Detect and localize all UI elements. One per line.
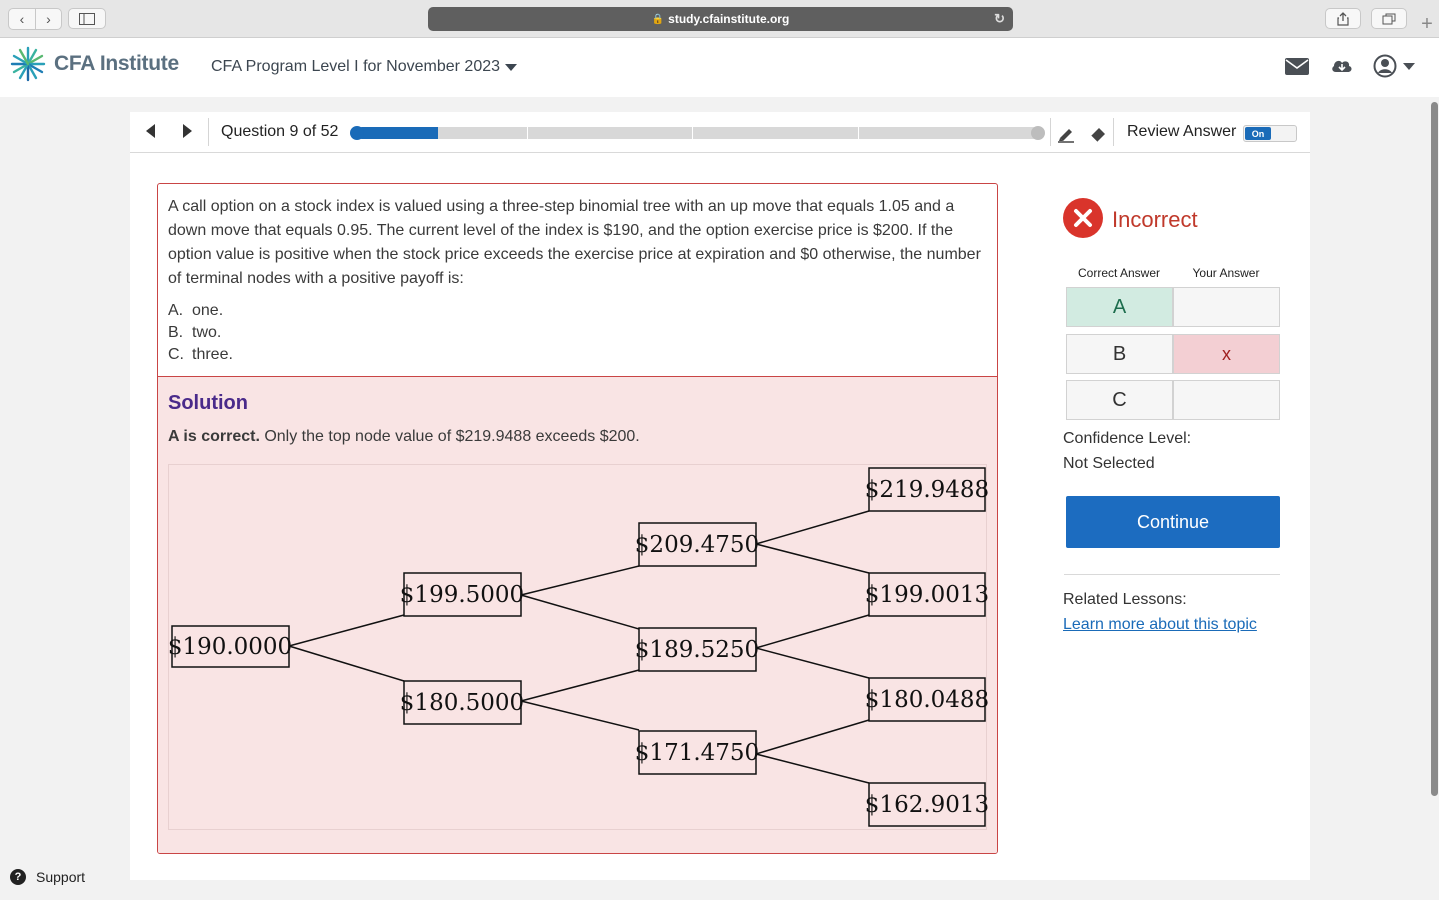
cloud-download-icon[interactable]: [1331, 57, 1353, 80]
reload-icon[interactable]: ↻: [994, 11, 1005, 27]
toggle-on-label: On: [1245, 127, 1271, 140]
app-header: CFA Institute CFA Program Level I for No…: [0, 38, 1439, 97]
program-dropdown[interactable]: CFA Program Level I for November 2023: [211, 58, 518, 76]
tabs-overview-icon[interactable]: [1371, 8, 1407, 29]
tree-edges: [288, 510, 870, 784]
tree-node-root: $190.0000: [169, 634, 292, 660]
tree-node-dd: $171.4750: [635, 740, 759, 766]
tree-node-d: $180.5000: [400, 690, 524, 716]
choice-b[interactable]: B. two.: [168, 322, 233, 344]
back-icon[interactable]: ‹: [9, 9, 35, 29]
mail-icon[interactable]: [1285, 56, 1309, 81]
question-counter: Question 9 of 52: [221, 123, 339, 140]
your-answer-header: Your Answer: [1192, 266, 1260, 280]
binomial-tree-figure: $190.0000 $199.5000 $180.5000 $209.4750 …: [168, 464, 988, 830]
answer-b-your-cell: x: [1173, 334, 1280, 374]
choice-a[interactable]: A. one.: [168, 300, 233, 322]
highlighter-icon[interactable]: [1056, 124, 1076, 149]
chevron-down-icon: [1403, 62, 1415, 70]
help-icon: ?: [10, 869, 26, 885]
toolbar-divider: [1050, 118, 1051, 146]
cfa-logo-icon: [10, 46, 46, 82]
solution-text: A is correct. Only the top node value of…: [168, 428, 640, 446]
choice-letter: A.: [168, 302, 184, 319]
progress-tick: [692, 127, 693, 139]
question-box: A call option on a stock index is valued…: [157, 183, 998, 854]
support-label: Support: [36, 869, 86, 885]
tree-node-u: $199.5000: [400, 582, 524, 608]
review-answer-toggle[interactable]: On: [1243, 125, 1297, 142]
chevron-down-icon: [505, 63, 518, 71]
tree-node-udd: $180.0488: [865, 687, 988, 713]
related-lessons-label: Related Lessons:: [1063, 591, 1187, 608]
lock-icon: 🔒: [651, 13, 665, 25]
progress-fill: [356, 127, 438, 139]
question-toolbar: Question 9 of 52 Review Answer On: [130, 112, 1310, 153]
correct-answer-header: Correct Answer: [1077, 266, 1161, 280]
solution-section: Solution A is correct. Only the top node…: [158, 376, 997, 853]
page-scrollbar[interactable]: [1431, 102, 1438, 796]
confidence-label: Confidence Level:: [1063, 430, 1192, 447]
choice-text: three.: [192, 346, 233, 363]
answer-a-your-cell: [1173, 287, 1280, 327]
related-lesson-link[interactable]: Learn more about this topic: [1063, 616, 1257, 634]
cfa-logo[interactable]: CFA Institute: [10, 46, 179, 82]
answer-a-correct-cell: A: [1066, 287, 1173, 327]
result-label: Incorrect: [1112, 207, 1198, 232]
progress-start-knob: [350, 126, 364, 140]
choice-c[interactable]: C. three.: [168, 344, 233, 366]
new-tab-icon[interactable]: +: [1415, 12, 1439, 36]
divider: [1064, 574, 1280, 575]
answer-c-correct-cell: C: [1066, 380, 1173, 420]
program-label: CFA Program Level I for November 2023: [211, 58, 501, 75]
browser-nav-buttons: ‹ ›: [8, 8, 62, 30]
question-panel: Question 9 of 52 Review Answer On A call…: [130, 112, 1310, 880]
choice-text: one.: [192, 302, 224, 319]
tree-node-ud: $189.5250: [635, 637, 759, 663]
review-answer-label: Review Answer: [1127, 123, 1237, 140]
next-question-icon[interactable]: [183, 124, 192, 138]
sidebar-toggle-icon[interactable]: [68, 8, 106, 29]
user-icon: [1373, 54, 1397, 78]
incorrect-icon: [1063, 198, 1103, 238]
previous-question-icon[interactable]: [146, 124, 155, 138]
question-stem: A call option on a stock index is valued…: [168, 198, 981, 287]
progress-bar[interactable]: [350, 126, 1045, 140]
tree-node-uuu: $219.9488: [865, 477, 988, 503]
tree-node-uud: $199.0013: [865, 582, 988, 608]
tree-node-uu: $209.4750: [635, 532, 759, 558]
url-text: study.cfainstitute.org: [668, 12, 790, 26]
eraser-icon[interactable]: [1088, 124, 1108, 149]
binomial-tree: $190.0000 $199.5000 $180.5000 $209.4750 …: [169, 467, 988, 827]
logo-text: CFA Institute: [54, 52, 179, 75]
choice-text: two.: [192, 324, 222, 341]
answer-b-correct-cell: B: [1066, 334, 1173, 374]
choice-letter: B.: [168, 324, 184, 341]
account-menu[interactable]: [1373, 54, 1415, 78]
progress-tick: [858, 127, 859, 139]
continue-button[interactable]: Continue: [1066, 496, 1280, 548]
confidence-value: Not Selected: [1063, 455, 1155, 472]
progress-tick: [527, 127, 528, 139]
tree-node-ddd: $162.9013: [865, 792, 988, 818]
support-button[interactable]: ? Support: [10, 869, 85, 885]
browser-toolbar: ‹ › 🔒 study.cfainstitute.org ↻ +: [0, 0, 1439, 38]
toolbar-divider: [208, 118, 209, 146]
address-bar[interactable]: 🔒 study.cfainstitute.org ↻: [428, 7, 1013, 31]
share-icon[interactable]: [1325, 8, 1361, 29]
choice-letter: C.: [168, 346, 184, 363]
solution-explanation: Only the top node value of $219.9488 exc…: [259, 428, 640, 445]
answer-c-your-cell: [1173, 380, 1280, 420]
solution-title: Solution: [168, 392, 248, 414]
progress-end-knob: [1031, 126, 1045, 140]
toolbar-divider: [1113, 118, 1114, 146]
answer-choices: A. one. B. two. C. three.: [168, 300, 233, 366]
forward-icon[interactable]: ›: [35, 9, 61, 29]
solution-verdict: A is correct.: [168, 428, 260, 445]
